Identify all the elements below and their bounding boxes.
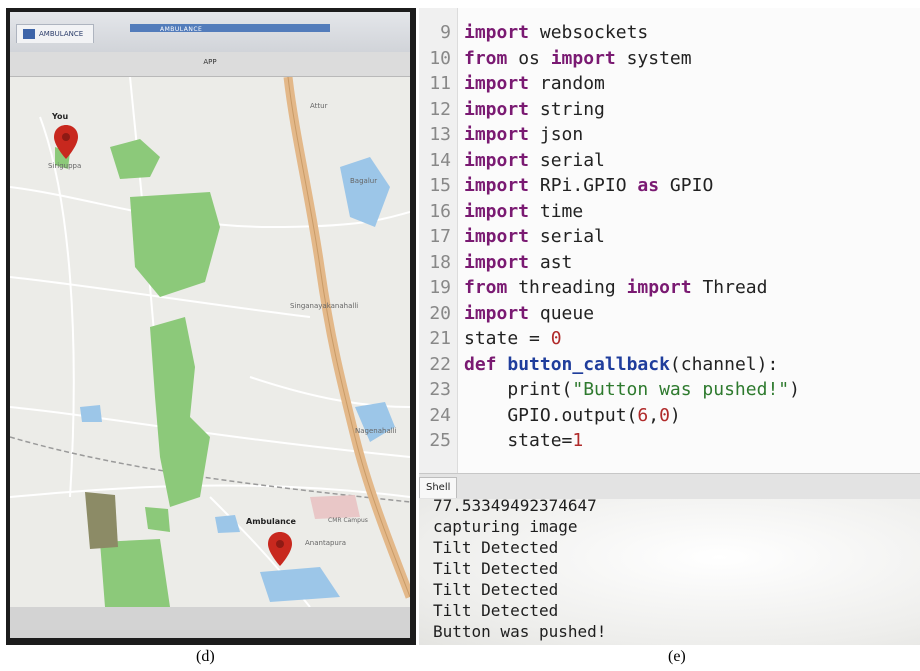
shell-output-line: Tilt Detected bbox=[433, 559, 559, 578]
line-number: 22 bbox=[429, 353, 451, 375]
line-number: 10 bbox=[429, 47, 451, 69]
line-number: 12 bbox=[429, 98, 451, 120]
caption-e: (e) bbox=[668, 648, 686, 665]
line-number: 25 bbox=[429, 430, 451, 451]
line-number: 14 bbox=[429, 149, 451, 171]
code-text: state = 0 bbox=[464, 328, 562, 349]
map-place-label: Bagalur bbox=[350, 177, 378, 185]
map-place-label: Nagenahalli bbox=[355, 427, 397, 435]
line-number: 16 bbox=[429, 200, 451, 222]
map-place-label: Siriguppa bbox=[48, 162, 82, 170]
line-number: 11 bbox=[429, 73, 451, 94]
toolbar-label: APP bbox=[203, 58, 217, 66]
shell-console[interactable]: 77.53349492374647 capturing image Tilt D… bbox=[419, 496, 920, 645]
line-number: 20 bbox=[429, 302, 451, 324]
code-line[interactable]: 15 import RPi.GPIO as GPIO bbox=[419, 173, 920, 199]
code-text: state=1 bbox=[464, 430, 584, 451]
shell-output-line: Tilt Detected bbox=[433, 601, 559, 620]
scrub-area bbox=[85, 492, 118, 549]
code-line[interactable]: 16 import time bbox=[419, 199, 920, 225]
code-text: import json bbox=[464, 124, 584, 145]
ambulance-location-pin-icon[interactable] bbox=[268, 532, 292, 566]
app-title: AMBULANCE bbox=[160, 26, 203, 33]
code-line[interactable]: 9 import websockets bbox=[419, 20, 920, 46]
code-text: import ast bbox=[464, 251, 573, 273]
code-text: print("Button was pushed!") bbox=[464, 379, 800, 400]
thonny-ide-panel: 9 import websockets 10 from os import syste… bbox=[419, 8, 920, 645]
line-number: 19 bbox=[429, 277, 451, 298]
map-screenshot-panel: AMBULANCE AMBULANCE APP Siriguppa Singan… bbox=[6, 8, 416, 645]
code-line[interactable]: 14 import serial bbox=[419, 148, 920, 174]
code-line[interactable]: 18 import ast bbox=[419, 250, 920, 276]
campus-area bbox=[310, 495, 360, 519]
code-line[interactable]: 24 GPIO.output(6,0) bbox=[419, 403, 920, 429]
shell-output-line: Button was pushed! bbox=[433, 622, 607, 641]
code-line[interactable]: 11 import random bbox=[419, 71, 920, 97]
caption-d: (d) bbox=[196, 648, 215, 665]
code-text: import websockets bbox=[464, 22, 649, 43]
code-text: import serial bbox=[464, 226, 605, 247]
app-titlebar: AMBULANCE AMBULANCE bbox=[10, 12, 410, 53]
map-place-label: Anantapura bbox=[305, 539, 347, 547]
tablet-bottom-bar bbox=[10, 607, 410, 638]
code-text: def button_callback(channel): bbox=[464, 353, 779, 375]
code-text: from threading import Thread bbox=[464, 277, 768, 298]
code-line[interactable]: 20 import queue bbox=[419, 301, 920, 327]
code-text: import RPi.GPIO as GPIO bbox=[464, 175, 714, 196]
code-text: import time bbox=[464, 200, 584, 222]
map-place-label: Singanayakanahalli bbox=[290, 302, 359, 310]
code-text: import queue bbox=[464, 302, 595, 324]
shell-output-line: 77.53349492374647 bbox=[433, 496, 597, 515]
map-place-label: Attur bbox=[310, 102, 328, 110]
line-number: 21 bbox=[429, 328, 451, 349]
app-tab-ambulance[interactable]: AMBULANCE bbox=[16, 24, 95, 43]
shell-output-line: Tilt Detected bbox=[433, 580, 559, 599]
line-number: 17 bbox=[429, 226, 451, 247]
code-text: from os import system bbox=[464, 47, 692, 69]
you-location-pin-icon[interactable] bbox=[54, 125, 78, 159]
line-number: 9 bbox=[440, 22, 451, 43]
ambulance-marker-label: Ambulance bbox=[246, 517, 296, 526]
code-line[interactable]: 25 state=1 bbox=[419, 428, 920, 454]
line-number: 15 bbox=[429, 175, 451, 196]
app-toolbar: APP bbox=[10, 52, 410, 77]
line-number: 13 bbox=[429, 124, 451, 145]
shell-output-line: Tilt Detected bbox=[433, 538, 559, 557]
code-line[interactable]: 10 from os import system bbox=[419, 46, 920, 72]
code-text: import serial bbox=[464, 149, 605, 171]
code-line[interactable]: 19 from threading import Thread bbox=[419, 275, 920, 301]
parks bbox=[55, 139, 220, 607]
you-marker-label: You bbox=[52, 112, 69, 121]
code-text: import random bbox=[464, 73, 605, 94]
line-number: 18 bbox=[429, 251, 451, 273]
code-line[interactable]: 21 state = 0 bbox=[419, 326, 920, 352]
map-place-label: CMR Campus bbox=[328, 517, 368, 524]
line-number: 24 bbox=[429, 404, 451, 426]
line-number: 23 bbox=[429, 379, 451, 400]
code-line[interactable]: 23 print("Button was pushed!") bbox=[419, 377, 920, 403]
code-editor[interactable]: 9 import websockets 10 from os import syste… bbox=[419, 8, 920, 473]
code-line[interactable]: 22 def button_callback(channel): bbox=[419, 352, 920, 378]
code-line[interactable]: 13 import json bbox=[419, 122, 920, 148]
code-text: GPIO.output(6,0) bbox=[464, 404, 681, 426]
code-line[interactable]: 17 import serial bbox=[419, 224, 920, 250]
shell-output-line: capturing image bbox=[433, 517, 578, 536]
code-text: import string bbox=[464, 98, 605, 120]
map-view[interactable]: Siriguppa Singanayakanahalli Nagenahalli… bbox=[10, 77, 410, 607]
tablet-screen: AMBULANCE AMBULANCE APP Siriguppa Singan… bbox=[10, 12, 410, 638]
code-line[interactable]: 12 import string bbox=[419, 97, 920, 123]
